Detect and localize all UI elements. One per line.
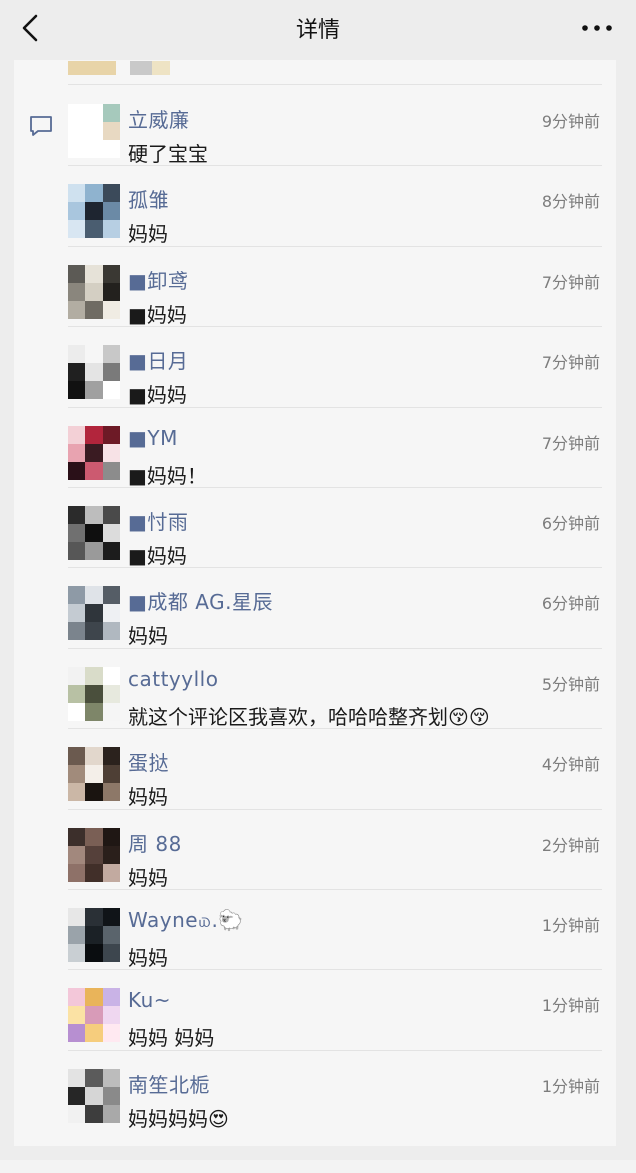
comment-time: 1分钟前 xyxy=(541,996,600,1016)
comment-author[interactable]: 蛋挞 xyxy=(128,747,169,776)
comment-author[interactable]: 立威廉 xyxy=(128,104,190,133)
divider xyxy=(68,84,602,85)
comment-time: 7分钟前 xyxy=(541,433,600,453)
comment-author[interactable]: cattyyllo xyxy=(128,667,218,691)
comment-text: ■妈妈 xyxy=(128,383,187,408)
comment-list: 立威廉 9分钟前 硬了宝宝 孤雏 8分钟前 妈妈 ■卸鸢 7分钟前 ■妈妈 ■日月 7分钟前 ■妈妈 ■… xyxy=(14,86,616,1131)
comment-time: 6分钟前 xyxy=(541,513,600,533)
comment-text: ■妈妈！ xyxy=(128,463,207,488)
comment-author[interactable]: ■成都 AG.星辰 xyxy=(128,586,273,615)
comment-item[interactable]: ■YM 7分钟前 ■妈妈！ xyxy=(14,408,616,488)
comment-item[interactable]: 南笙北栀 1分钟前妈妈妈妈😍 xyxy=(14,1051,616,1131)
comment-author[interactable]: ■忖雨 xyxy=(128,506,188,535)
page-title: 详情 xyxy=(295,18,340,43)
comment-item[interactable]: ■成都 AG.星辰 6分钟前妈妈 xyxy=(14,568,616,649)
comment-item[interactable]: ■卸鸢 7分钟前 ■妈妈 xyxy=(14,247,616,328)
bottom-edge xyxy=(0,1160,636,1173)
comment-time: 1分钟前 xyxy=(541,1076,600,1096)
comment-item[interactable]: ■忖雨 6分钟前 ■妈妈 xyxy=(14,488,616,569)
avatar[interactable] xyxy=(68,264,120,319)
avatar[interactable] xyxy=(68,586,120,641)
comment-text: 硬了宝宝 xyxy=(128,142,208,166)
comment-item[interactable]: Wayne௰.🐑 1分钟前妈妈 xyxy=(14,890,616,971)
comment-time: 4分钟前 xyxy=(541,755,600,775)
comment-time: 6分钟前 xyxy=(541,594,600,614)
avatar[interactable] xyxy=(68,345,120,400)
comment-time: 7分钟前 xyxy=(541,353,600,373)
comment-time: 9分钟前 xyxy=(541,112,600,131)
comment-author[interactable]: 孤雏 xyxy=(128,184,169,213)
comment-author[interactable]: 周 88 xyxy=(128,828,182,857)
comment-text: 妈妈妈妈😍 xyxy=(128,1106,229,1131)
comment-item[interactable]: 蛋挞 4分钟前妈妈 xyxy=(14,729,616,810)
comment-text: 妈妈 xyxy=(128,222,168,247)
comment-time: 7分钟前 xyxy=(541,272,600,292)
comment-time: 5分钟前 xyxy=(541,674,600,694)
comment-item[interactable]: ■日月 7分钟前 ■妈妈 xyxy=(14,327,616,408)
comment-text: 妈妈 xyxy=(128,785,168,810)
comment-author[interactable]: Wayne௰.🐑 xyxy=(128,908,244,935)
comment-author[interactable]: ■YM xyxy=(128,426,178,450)
comment-text: ■妈妈 xyxy=(128,543,187,568)
comment-time: 2分钟前 xyxy=(541,835,600,855)
avatar[interactable] xyxy=(68,747,120,802)
comment-item[interactable]: 周 88 2分钟前妈妈 xyxy=(14,810,616,890)
comment-time: 1分钟前 xyxy=(541,915,600,935)
comment-author[interactable]: ■卸鸢 xyxy=(128,265,188,294)
comment-text: 妈妈 xyxy=(128,624,168,649)
avatar[interactable] xyxy=(68,666,120,721)
more-dots-icon xyxy=(582,25,612,31)
comment-text: ■妈妈 xyxy=(128,302,187,327)
comment-author[interactable]: ■日月 xyxy=(128,345,188,374)
avatar[interactable] xyxy=(68,827,120,882)
avatar[interactable] xyxy=(68,425,120,480)
comment-item[interactable]: Ku~ 1分钟前妈妈 妈妈 xyxy=(14,970,616,1051)
comment-author[interactable]: Ku~ xyxy=(128,988,171,1012)
comment-item[interactable]: cattyyllo 5分钟前就这个评论区我喜欢，哈哈哈整齐划😚😚 xyxy=(14,649,616,730)
comment-time: 8分钟前 xyxy=(541,192,600,212)
comment-text: 就这个评论区我喜欢，哈哈哈整齐划😚😚 xyxy=(128,704,490,729)
comment-text: 妈妈 xyxy=(128,865,168,890)
avatar[interactable] xyxy=(68,184,120,239)
comment-item[interactable]: 立威廉 9分钟前硬了宝宝 xyxy=(14,86,616,167)
avatar[interactable] xyxy=(68,907,120,962)
comment-item[interactable]: 孤雏 8分钟前妈妈 xyxy=(14,166,616,247)
previous-avatar-stub xyxy=(68,60,188,75)
avatar[interactable] xyxy=(68,988,120,1043)
more-button[interactable] xyxy=(580,14,614,42)
avatar[interactable] xyxy=(68,505,120,560)
avatar[interactable] xyxy=(68,1068,120,1123)
nav-bar: 详情 xyxy=(0,0,636,60)
comment-author[interactable]: 南笙北栀 xyxy=(128,1069,210,1098)
comment-text: 妈妈 妈妈 xyxy=(128,1026,215,1051)
comment-text: 妈妈 xyxy=(128,945,168,970)
comments-card: 立威廉 9分钟前 硬了宝宝 孤雏 8分钟前 妈妈 ■卸鸢 7分钟前 ■妈妈 ■日月 7分钟前 ■妈妈 ■… xyxy=(14,60,616,1146)
avatar[interactable] xyxy=(68,104,120,158)
